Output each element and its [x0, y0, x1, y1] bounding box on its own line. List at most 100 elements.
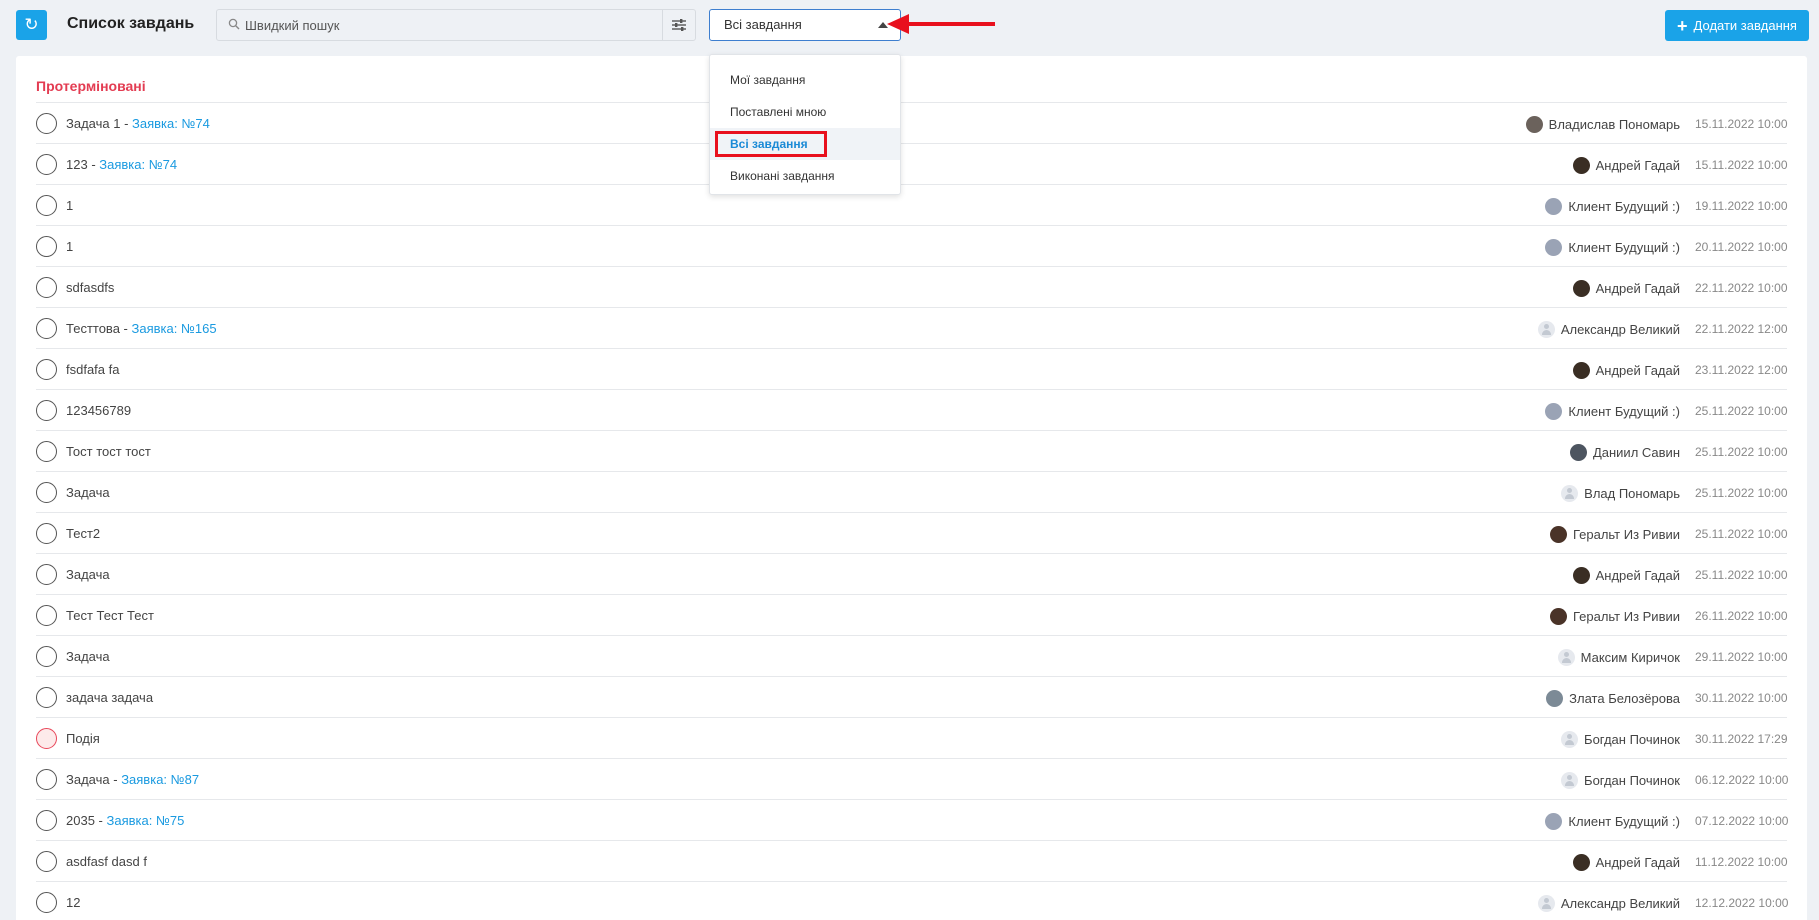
task-title[interactable]: 2035 - Заявка: №75	[66, 813, 184, 828]
complete-checkbox[interactable]	[36, 359, 57, 380]
task-title[interactable]: 123456789	[66, 403, 131, 418]
complete-checkbox[interactable]	[36, 769, 57, 790]
task-row[interactable]: задача задача Злата Белозёрова 30.11.2022 …	[36, 676, 1788, 717]
task-row[interactable]: Подія Богдан Починок 30.11.2022 17:29	[36, 717, 1788, 758]
request-link[interactable]: Заявка: №87	[121, 772, 199, 787]
assignee-name[interactable]: Клиент Будущий :)	[1568, 814, 1680, 829]
assignee-name[interactable]: Геральт Из Ривии	[1573, 527, 1680, 542]
complete-checkbox[interactable]	[36, 113, 57, 134]
task-row[interactable]: 1 Клиент Будущий :) 19.11.2022 10:00	[36, 184, 1788, 225]
complete-checkbox[interactable]	[36, 851, 57, 872]
task-title[interactable]: Тест2	[66, 526, 100, 541]
complete-checkbox[interactable]	[36, 728, 57, 749]
task-title[interactable]: 1	[66, 239, 73, 254]
request-link[interactable]: Заявка: №165	[132, 321, 217, 336]
request-link[interactable]: Заявка: №75	[106, 813, 184, 828]
task-row[interactable]: Задача 1 - Заявка: №74 Владислав Пономарь…	[36, 102, 1788, 143]
due-date: 25.11.2022 10:00	[1695, 568, 1788, 582]
task-title-text: 123456789	[66, 403, 132, 418]
task-row[interactable]: Тест Тест Тест Геральт Из Ривии 26.11.2022…	[36, 594, 1788, 635]
task-row[interactable]: 12 Александр Великий 12.12.2022 10:00	[36, 881, 1788, 920]
assignee-name[interactable]: Даниил Савин	[1593, 445, 1680, 460]
task-title[interactable]: fsdfafa fa	[66, 362, 119, 377]
request-link[interactable]: Заявка: №74	[132, 116, 210, 131]
complete-checkbox[interactable]	[36, 646, 57, 667]
task-row[interactable]: Задача Влад Пономарь 25.11.2022 10:00	[36, 471, 1788, 512]
complete-checkbox[interactable]	[36, 318, 57, 339]
dropdown-option[interactable]: Всі завдання	[710, 128, 900, 160]
task-filter-select[interactable]: Всі завдання	[709, 9, 901, 41]
task-title[interactable]: Задача	[66, 649, 110, 664]
request-link[interactable]: Заявка: №74	[99, 157, 177, 172]
task-title[interactable]: Тесттова - Заявка: №165	[66, 321, 217, 336]
task-row[interactable]: Задача Андрей Гадай 25.11.2022 10:00	[36, 553, 1788, 594]
complete-checkbox[interactable]	[36, 195, 57, 216]
task-title[interactable]: Тост тост тост	[66, 444, 151, 459]
task-row[interactable]: Тост тост тост Даниил Савин 25.11.2022 10:…	[36, 430, 1788, 471]
complete-checkbox[interactable]	[36, 482, 57, 503]
assignee-name[interactable]: Андрей Гадай	[1596, 568, 1680, 583]
assignee-name[interactable]: Владислав Пономарь	[1549, 117, 1680, 132]
assignee-name[interactable]: Максим Киричок	[1581, 650, 1680, 665]
complete-checkbox[interactable]	[36, 810, 57, 831]
task-row[interactable]: 1 Клиент Будущий :) 20.11.2022 10:00	[36, 225, 1788, 266]
assignee-name[interactable]: Злата Белозёрова	[1569, 691, 1680, 706]
task-title[interactable]: Задача 1 - Заявка: №74	[66, 116, 210, 131]
task-row[interactable]: fsdfafa fa Андрей Гадай 23.11.2022 12:00	[36, 348, 1788, 389]
complete-checkbox[interactable]	[36, 400, 57, 421]
task-row[interactable]: Тесттова - Заявка: №165 Александр Великий…	[36, 307, 1788, 348]
task-row[interactable]: sdfasdfs Андрей Гадай 22.11.2022 10:00	[36, 266, 1788, 307]
complete-checkbox[interactable]	[36, 523, 57, 544]
task-title[interactable]: 1	[66, 198, 73, 213]
task-meta: Максим Киричок 29.11.2022 10:00	[1557, 647, 1788, 667]
assignee-name[interactable]: Клиент Будущий :)	[1568, 199, 1680, 214]
assignee-name[interactable]: Влад Пономарь	[1584, 486, 1680, 501]
add-task-button[interactable]: + Додати завдання	[1665, 10, 1809, 41]
task-row[interactable]: Тест2 Геральт Из Ривии 25.11.2022 10:00	[36, 512, 1788, 553]
task-row[interactable]: asdfasf dasd f Андрей Гадай 11.12.2022 10:…	[36, 840, 1788, 881]
assignee-name[interactable]: Богдан Починок	[1584, 773, 1680, 788]
task-row[interactable]: 123456789 Клиент Будущий :) 25.11.2022 10:…	[36, 389, 1788, 430]
task-row[interactable]: Задача - Заявка: №87 Богдан Починок 06.12.…	[36, 758, 1788, 799]
filter-settings-button[interactable]	[662, 10, 695, 40]
assignee-name[interactable]: Богдан Починок	[1584, 732, 1680, 747]
assignee-name[interactable]: Клиент Будущий :)	[1568, 404, 1680, 419]
task-title[interactable]: Тест Тест Тест	[66, 608, 154, 623]
task-title[interactable]: 12	[66, 895, 80, 910]
dropdown-option[interactable]: Виконані завдання	[710, 160, 900, 192]
task-title-text: Тест2	[66, 526, 101, 541]
assignee-name[interactable]: Андрей Гадай	[1596, 281, 1680, 296]
task-title-text: Задача	[66, 772, 110, 787]
task-title[interactable]: задача задача	[66, 690, 153, 705]
avatar	[1545, 238, 1563, 256]
assignee-name[interactable]: Андрей Гадай	[1596, 158, 1680, 173]
task-title[interactable]: Задача - Заявка: №87	[66, 772, 199, 787]
task-row[interactable]: 2035 - Заявка: №75 Клиент Будущий :) 07.12…	[36, 799, 1788, 840]
complete-checkbox[interactable]	[36, 154, 57, 175]
task-row[interactable]: 123 - Заявка: №74 Андрей Гадай 15.11.2022 …	[36, 143, 1788, 184]
dropdown-option[interactable]: Мої завдання	[710, 64, 900, 96]
assignee-name[interactable]: Александр Великий	[1561, 896, 1680, 911]
task-row[interactable]: Задача Максим Киричок 29.11.2022 10:00	[36, 635, 1788, 676]
task-title[interactable]: asdfasf dasd f	[66, 854, 147, 869]
complete-checkbox[interactable]	[36, 236, 57, 257]
task-title[interactable]: Подія	[66, 731, 100, 746]
complete-checkbox[interactable]	[36, 564, 57, 585]
task-title[interactable]: 123 - Заявка: №74	[66, 157, 177, 172]
task-title[interactable]: sdfasdfs	[66, 280, 114, 295]
task-title[interactable]: Задача	[66, 567, 110, 582]
complete-checkbox[interactable]	[36, 687, 57, 708]
assignee-name[interactable]: Геральт Из Ривии	[1573, 609, 1680, 624]
dropdown-option[interactable]: Поставлені мною	[710, 96, 900, 128]
assignee-name[interactable]: Андрей Гадай	[1596, 363, 1680, 378]
search-input[interactable]	[245, 10, 675, 40]
complete-checkbox[interactable]	[36, 277, 57, 298]
task-title[interactable]: Задача	[66, 485, 110, 500]
assignee-name[interactable]: Клиент Будущий :)	[1568, 240, 1680, 255]
assignee-name[interactable]: Александр Великий	[1561, 322, 1680, 337]
complete-checkbox[interactable]	[36, 605, 57, 626]
complete-checkbox[interactable]	[36, 441, 57, 462]
assignee-name[interactable]: Андрей Гадай	[1596, 855, 1680, 870]
complete-checkbox[interactable]	[36, 892, 57, 913]
refresh-button[interactable]: ↻	[16, 10, 47, 40]
